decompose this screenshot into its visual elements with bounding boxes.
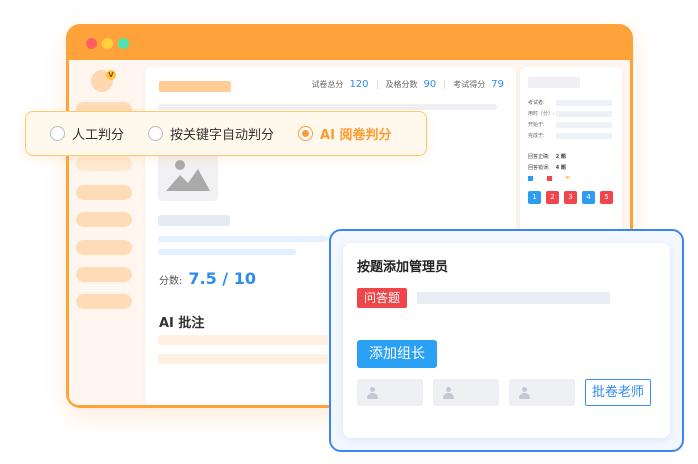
sidebar-item[interactable] (76, 267, 132, 282)
start-field: 开始于: (528, 121, 618, 128)
user-icon (519, 387, 530, 399)
question-number[interactable]: 4 (582, 191, 595, 204)
sidebar-item[interactable] (76, 185, 132, 200)
question-number[interactable]: 1 (528, 191, 541, 204)
question-number[interactable]: 5 (600, 191, 613, 204)
mode-label: 按关键字自动判分 (170, 128, 275, 143)
panel-title-placeholder (528, 77, 580, 88)
sidebar-item[interactable] (76, 240, 132, 255)
exam-stats: 试卷总分 120 及格分数 90 考试得分 79 (311, 79, 504, 90)
question-placeholder (417, 292, 610, 304)
answer-placeholder (158, 249, 296, 255)
exam-score-label: 考试得分 (453, 80, 486, 89)
comment-placeholder (158, 335, 328, 345)
total-score-value: 120 (349, 79, 369, 90)
minimize-dot[interactable] (102, 38, 113, 49)
correct-legend-icon (528, 176, 533, 181)
maximize-dot[interactable] (118, 38, 129, 49)
comment-placeholder (158, 354, 328, 364)
finish-field: 完成于: (528, 132, 618, 139)
exam-title-placeholder (159, 81, 231, 92)
user-slot[interactable] (509, 379, 575, 406)
promo-illustration: V 试卷总分 120 及格分数 90 考试得分 79 分数: 7.5 / 10 … (0, 0, 698, 464)
pass-score-label: 及格分数 (385, 80, 418, 89)
add-leader-button[interactable]: 添加组长 (357, 340, 437, 368)
exam-score-value: 79 (491, 79, 504, 90)
text-placeholder (158, 215, 230, 226)
examinee-field: 考试者: (528, 99, 618, 106)
user-icon (443, 387, 454, 399)
window-controls (86, 38, 129, 49)
radio-icon[interactable] (50, 126, 65, 141)
total-score-label: 试卷总分 (311, 80, 344, 89)
admin-card: 按题添加管理员 问答题 添加组长 批卷老师 (343, 243, 670, 438)
sidebar-item[interactable] (76, 212, 132, 227)
radio-selected-icon[interactable] (298, 126, 314, 141)
mode-manual[interactable]: 人工判分 (50, 124, 124, 143)
question-number[interactable]: 2 (546, 191, 559, 204)
sidebar-item[interactable] (76, 156, 132, 171)
sidebar-item[interactable] (76, 294, 132, 309)
divider (444, 80, 446, 89)
ai-comment-title: AI 批注 (159, 316, 205, 331)
grading-teacher-button[interactable]: 批卷老师 (585, 379, 651, 406)
radio-icon[interactable] (148, 126, 164, 141)
user-icon (367, 387, 378, 399)
wrong-legend-icon (547, 176, 552, 181)
mode-keyword-auto[interactable]: 按关键字自动判分 (148, 124, 274, 143)
admin-card-frame: 按题添加管理员 问答题 添加组长 批卷老师 (329, 229, 684, 452)
text-placeholder (158, 104, 497, 110)
wrong-count: 回答错误: 4 题 (528, 165, 566, 171)
user-slot[interactable] (357, 379, 423, 406)
score-display: 分数: 7.5 / 10 (159, 269, 256, 288)
mode-label: AI 阅卷判分 (320, 128, 392, 143)
flag-legend-icon (566, 176, 571, 179)
grading-mode-selector: 人工判分 按关键字自动判分 AI 阅卷判分 (25, 111, 427, 156)
close-dot[interactable] (86, 38, 97, 49)
card-title: 按题添加管理员 (357, 260, 449, 275)
score-label: 分数: (159, 276, 183, 287)
question-number[interactable]: 3 (564, 191, 577, 204)
question-type-tag: 问答题 (357, 288, 408, 308)
score-value: 7.5 / 10 (188, 269, 256, 288)
answer-placeholder (158, 236, 328, 242)
mode-label: 人工判分 (72, 128, 125, 143)
divider (376, 80, 378, 89)
correct-count: 回答正确: 2 题 (528, 154, 566, 160)
vip-badge: V (106, 70, 116, 80)
duration-field: 用时（分）: (528, 110, 618, 117)
legend (528, 176, 571, 181)
mode-ai[interactable]: AI 阅卷判分 (298, 124, 391, 143)
user-slot[interactable] (433, 379, 499, 406)
pass-score-value: 90 (423, 79, 437, 90)
